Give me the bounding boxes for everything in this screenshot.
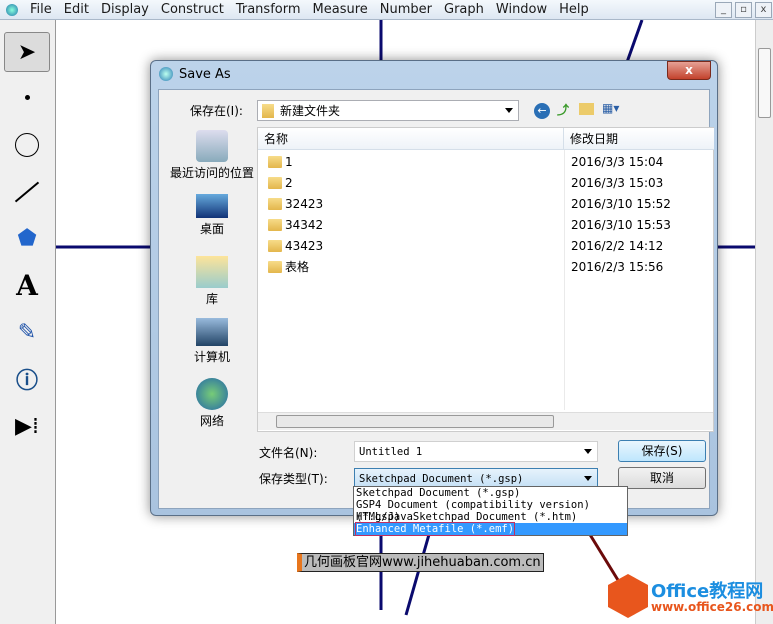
filetype-value: Sketchpad Document (*.gsp)	[359, 472, 524, 485]
menu-edit[interactable]: Edit	[64, 2, 89, 17]
file-name: 2	[285, 176, 293, 190]
app-icon	[6, 3, 18, 16]
dialog-body: 保存在(I): 新建文件夹 ← ⤴ ▦▾ 最近访问的位置 桌面 库 计算机 网络…	[158, 89, 714, 509]
place-label: 库	[205, 292, 218, 306]
network-icon	[196, 378, 228, 410]
back-icon[interactable]: ←	[534, 103, 550, 119]
menu-graph[interactable]: Graph	[444, 2, 484, 17]
file-name: 表格	[285, 260, 310, 274]
file-name: 43423	[285, 239, 324, 253]
option-label: Enhanced Metafile (*.emf)	[354, 522, 516, 536]
information-tool-icon[interactable]: ⓘ	[4, 359, 50, 399]
up-folder-icon[interactable]: ⤴	[557, 101, 569, 118]
filetype-option[interactable]: Sketchpad Document (*.gsp)	[354, 487, 627, 499]
file-row[interactable]: 32423 2016/3/10 15:52	[258, 194, 698, 215]
file-date: 2016/3/3 15:03	[571, 176, 664, 190]
filename-value: Untitled 1	[359, 445, 423, 458]
toolbox: ➤ ⬟ A ✎ ⓘ ▶⁞	[0, 20, 56, 624]
file-row[interactable]: 1 2016/3/3 15:04	[258, 152, 698, 173]
dialog-title: Save As	[179, 67, 231, 82]
folder-icon	[268, 219, 282, 231]
folder-icon	[268, 177, 282, 189]
office-watermark-url: www.office26.com	[651, 600, 773, 614]
arrow-tool-icon[interactable]: ➤	[4, 32, 50, 72]
save-in-label: 保存在(I):	[190, 104, 243, 118]
menu-file[interactable]: File	[30, 2, 52, 17]
file-date: 2016/3/10 15:52	[571, 197, 671, 211]
file-name: 32423	[285, 197, 324, 211]
save-button[interactable]: 保存(S)	[618, 440, 706, 462]
menu-display[interactable]: Display	[101, 2, 149, 17]
folder-icon	[268, 240, 282, 252]
file-row[interactable]: 34342 2016/3/10 15:53	[258, 215, 698, 236]
place-recent[interactable]: 最近访问的位置	[164, 130, 260, 181]
filetype-label: 保存类型(T):	[259, 472, 328, 486]
recent-places-icon	[196, 130, 228, 162]
close-button[interactable]: x	[755, 2, 772, 18]
filename-input[interactable]: Untitled 1	[354, 441, 598, 462]
file-row[interactable]: 表格 2016/2/3 15:56	[258, 257, 698, 278]
vertical-scrollbar[interactable]	[755, 20, 773, 624]
filetype-options-list: Sketchpad Document (*.gsp) GSP4 Document…	[353, 486, 628, 536]
folder-icon	[268, 198, 282, 210]
place-computer[interactable]: 计算机	[164, 318, 260, 365]
folder-icon	[262, 103, 274, 118]
marker-tool-icon[interactable]: ✎	[4, 312, 50, 352]
library-icon	[196, 256, 228, 288]
menu-help[interactable]: Help	[559, 2, 589, 17]
menu-construct[interactable]: Construct	[161, 2, 224, 17]
file-name: 34342	[285, 218, 324, 232]
folder-icon	[268, 156, 282, 168]
file-date: 2016/3/3 15:04	[571, 155, 664, 169]
file-date: 2016/2/2 14:12	[571, 239, 664, 253]
new-folder-icon[interactable]	[579, 103, 594, 115]
place-network[interactable]: 网络	[164, 378, 260, 429]
polygon-tool-icon[interactable]: ⬟	[4, 218, 50, 258]
filetype-option-selected[interactable]: Enhanced Metafile (*.emf)	[354, 522, 627, 536]
file-date: 2016/3/10 15:53	[571, 218, 671, 232]
menu-transform[interactable]: Transform	[236, 2, 301, 17]
minimize-button[interactable]: _	[715, 2, 732, 18]
dialog-app-icon	[159, 67, 173, 81]
filetype-option[interactable]: HTML/JavaSketchpad Document (*.htm)	[354, 511, 627, 523]
save-in-value: 新建文件夹	[280, 104, 341, 118]
menu-bar: File Edit Display Construct Transform Me…	[0, 0, 773, 20]
canvas-line[interactable]	[624, 20, 644, 66]
menu-window[interactable]: Window	[496, 2, 547, 17]
file-list[interactable]: 名称 修改日期 1 2016/3/3 15:04 2 2016/3/3 15:03 …	[257, 127, 714, 432]
restore-button[interactable]: ▫	[735, 2, 752, 18]
straightedge-tool-icon[interactable]	[4, 172, 50, 212]
custom-tool-icon[interactable]: ▶⁞	[4, 406, 50, 446]
place-label: 计算机	[193, 350, 230, 364]
folder-icon	[268, 261, 282, 273]
cancel-button[interactable]: 取消	[618, 467, 706, 489]
save-as-dialog: Save As x 保存在(I): 新建文件夹 ← ⤴ ▦▾ 最近访问的位置 桌…	[150, 60, 718, 516]
site-watermark: 几何画板官网www.jihehuaban.com.cn	[297, 553, 544, 572]
place-label: 网络	[199, 414, 224, 428]
place-desktop[interactable]: 桌面	[164, 194, 260, 237]
point-tool-icon[interactable]	[4, 77, 50, 117]
filetype-option[interactable]: GSP4 Document (compatibility version) (*…	[354, 499, 627, 523]
text-tool-icon[interactable]: A	[4, 265, 50, 305]
place-label: 最近访问的位置	[169, 166, 254, 180]
filename-label: 文件名(N):	[259, 446, 318, 460]
column-header-date[interactable]: 修改日期	[564, 128, 714, 150]
file-date: 2016/2/3 15:56	[571, 260, 664, 274]
file-row[interactable]: 2 2016/3/3 15:03	[258, 173, 698, 194]
file-name: 1	[285, 155, 293, 169]
menu-measure[interactable]: Measure	[313, 2, 368, 17]
compass-tool-icon[interactable]	[4, 125, 50, 165]
save-in-dropdown[interactable]: 新建文件夹	[257, 100, 519, 121]
horizontal-scrollbar[interactable]	[258, 412, 713, 430]
view-menu-icon[interactable]: ▦▾	[602, 101, 619, 115]
desktop-icon	[196, 194, 228, 218]
computer-icon	[196, 318, 228, 346]
file-row[interactable]: 43423 2016/2/2 14:12	[258, 236, 698, 257]
menu-number[interactable]: Number	[380, 2, 432, 17]
site-watermark-text: 几何画板官网www.jihehuaban.com.cn	[304, 555, 541, 570]
dialog-close-button[interactable]: x	[667, 61, 711, 80]
place-label: 桌面	[199, 222, 224, 236]
place-library[interactable]: 库	[164, 256, 260, 307]
column-header-name[interactable]: 名称	[258, 128, 564, 150]
